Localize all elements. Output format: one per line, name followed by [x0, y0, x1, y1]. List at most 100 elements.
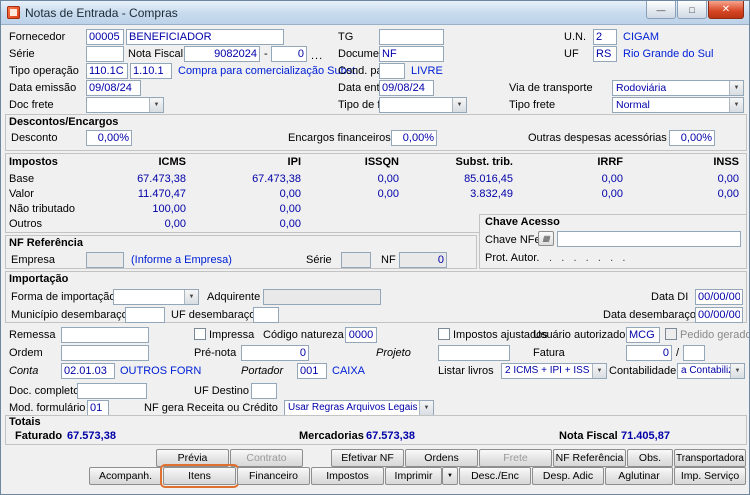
imprimir-button[interactable]: Imprimir	[385, 467, 442, 485]
municipio-desembaraco-input[interactable]	[125, 307, 165, 323]
forma-importacao-select[interactable]: ▼	[113, 289, 199, 305]
impostos-cell: 85.016,45	[464, 173, 513, 185]
outras-despesas-input[interactable]	[669, 130, 715, 146]
tipo-frete-select[interactable]: Normal ▼	[612, 97, 744, 113]
impostos-cell: 3.832,49	[470, 188, 513, 200]
nota-fiscal-total-label: Nota Fiscal	[559, 430, 618, 442]
ordem-input[interactable]	[61, 345, 149, 361]
chevron-down-icon: ▼	[447, 473, 453, 479]
impostos-ajustados-checkbox[interactable]	[438, 328, 450, 340]
cond-pag-input[interactable]	[379, 63, 405, 79]
efetivar-nf-button[interactable]: Efetivar NF	[331, 449, 404, 467]
close-button[interactable]: ✕	[708, 1, 744, 19]
pedido-gerado-label: Pedido gerado	[680, 329, 750, 341]
fatura-separator: /	[676, 347, 680, 359]
nf-gera-select[interactable]: Usar Regras Arquivos Legais ▼	[284, 400, 434, 416]
chevron-down-icon: ▼	[729, 81, 743, 95]
projeto-input[interactable]	[438, 345, 510, 361]
fatura-input[interactable]	[626, 345, 672, 361]
totais-title: Totais	[9, 416, 41, 428]
fatura-sub-input[interactable]	[683, 345, 705, 361]
desc-enc-button[interactable]: Desc./Enc	[459, 467, 531, 485]
financeiro-button[interactable]: Financeiro	[237, 467, 310, 485]
data-desembaraco-input[interactable]	[695, 307, 743, 323]
impressa-label: Impressa	[209, 329, 255, 341]
window: Notas de Entrada - Compras — □ ✕ Fornece…	[0, 0, 750, 495]
encargos-label: Encargos financeiros	[288, 132, 391, 144]
uf-desembaraco-input[interactable]	[253, 307, 279, 323]
doc-frete-select[interactable]: ▼	[86, 97, 164, 113]
data-emissao-input[interactable]	[86, 80, 141, 96]
un-name-text: CIGAM	[623, 31, 660, 43]
itens-button[interactable]: Itens	[160, 464, 239, 488]
impostos-cell: 100,00	[152, 203, 186, 215]
uf-destino-input[interactable]	[251, 383, 277, 399]
data-di-input[interactable]	[695, 289, 743, 305]
chave-nfe-button[interactable]: ▦	[538, 231, 554, 246]
serie-input[interactable]	[86, 46, 124, 62]
aglutinar-button[interactable]: Aglutinar	[605, 467, 673, 485]
empresa-hint-text: (Informe a Empresa)	[131, 254, 232, 266]
maximize-button[interactable]: □	[677, 1, 707, 19]
data-entrada-input[interactable]	[379, 80, 434, 96]
contabilidade-value: a Contabilizar	[681, 365, 730, 376]
fornecedor-code-input[interactable]	[86, 29, 124, 45]
barcode-icon: ▦	[542, 234, 550, 243]
titlebar[interactable]: Notas de Entrada - Compras — □ ✕	[1, 1, 749, 25]
imprimir-dropdown-button[interactable]: ▼	[442, 467, 458, 485]
nota-fiscal-browse-button[interactable]: ...	[311, 50, 323, 62]
empresa-input[interactable]	[86, 252, 124, 268]
codigo-natureza-input[interactable]	[345, 327, 377, 343]
desp-adic-button[interactable]: Desp. Adic	[532, 467, 604, 485]
via-transporte-label: Via de transporte	[509, 82, 593, 94]
impostos-cell: 0,00	[601, 188, 623, 200]
minimize-button[interactable]: —	[646, 1, 676, 19]
impostos-cell: 67.473,38	[137, 173, 186, 185]
documento-input[interactable]	[379, 46, 444, 62]
ordens-button[interactable]: Ordens	[405, 449, 478, 467]
doc-completo-input[interactable]	[77, 383, 147, 399]
tipo-operacao-code2-input[interactable]	[130, 63, 172, 79]
conta-input[interactable]	[61, 363, 115, 379]
nf-ref-serie-input[interactable]	[341, 252, 371, 268]
impostos-title: Impostos	[9, 156, 58, 168]
desconto-input[interactable]	[86, 130, 132, 146]
chave-nfe-input[interactable]	[557, 231, 741, 247]
un-input[interactable]	[593, 29, 617, 45]
tipo-operacao-code1-input[interactable]	[86, 63, 128, 79]
impostos-cell: 0,00	[164, 218, 186, 230]
chave-acesso-title: Chave Acesso	[485, 216, 560, 228]
remessa-input[interactable]	[61, 327, 149, 343]
mod-formulario-input[interactable]	[87, 400, 109, 416]
impostos-button[interactable]: Impostos	[311, 467, 384, 485]
obs-button[interactable]: Obs.	[627, 449, 673, 467]
nota-fiscal-input[interactable]	[184, 46, 260, 62]
pre-nota-input[interactable]	[241, 345, 309, 361]
impressa-checkbox[interactable]	[194, 328, 206, 340]
portador-input[interactable]	[297, 363, 327, 379]
nf-ref-nf-input[interactable]	[399, 252, 447, 268]
contabilidade-select[interactable]: a Contabilizar ▼	[677, 363, 745, 379]
chevron-down-icon: ▼	[592, 364, 606, 378]
imp-servico-button[interactable]: Imp. Serviço	[674, 467, 746, 485]
tipo-de-frete-select[interactable]: ▼	[379, 97, 467, 113]
pre-nota-label: Pré-nota	[194, 347, 237, 359]
fornecedor-name-input[interactable]	[126, 29, 284, 45]
encargos-input[interactable]	[391, 130, 437, 146]
nota-fiscal-sub-input[interactable]	[271, 46, 307, 62]
listar-livros-select[interactable]: 2 ICMS + IPI + ISS ▼	[501, 363, 607, 379]
usuario-autorizado-input[interactable]	[626, 327, 660, 343]
uf-input[interactable]	[593, 46, 617, 62]
via-transporte-select[interactable]: Rodoviária ▼	[612, 80, 744, 96]
tg-input[interactable]	[379, 29, 444, 45]
acompanh-button[interactable]: Acompanh.	[89, 467, 162, 485]
transportadora-button[interactable]: Transportadora	[674, 449, 746, 467]
fatura-label: Fatura	[533, 347, 565, 359]
nf-referencia-button[interactable]: NF Referência	[553, 449, 626, 467]
previa-button[interactable]: Prévia	[156, 449, 229, 467]
serie-label: Série	[9, 48, 35, 60]
nota-fiscal-total-value: 71.405,87	[621, 430, 670, 442]
uf-desembaraco-label: UF desembaraço	[171, 309, 256, 321]
listar-livros-value: 2 ICMS + IPI + ISS	[505, 365, 590, 376]
adquirente-input[interactable]	[263, 289, 381, 305]
